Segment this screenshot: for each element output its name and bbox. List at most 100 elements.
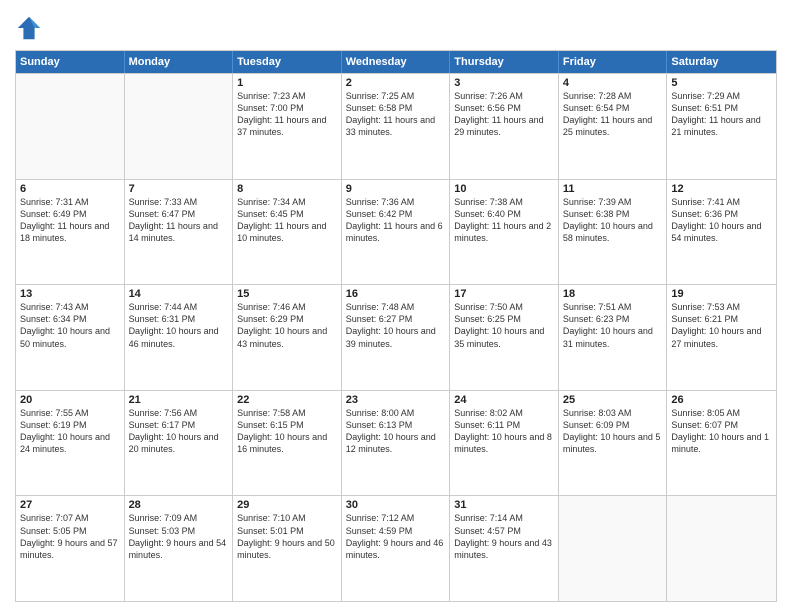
day-number: 12 [671, 183, 772, 195]
day-number: 31 [454, 499, 554, 511]
day-number: 11 [563, 183, 663, 195]
cell-info: Sunrise: 7:28 AM Sunset: 6:54 PM Dayligh… [563, 90, 663, 139]
cal-cell-2: 2Sunrise: 7:25 AM Sunset: 6:58 PM Daylig… [342, 74, 451, 179]
day-number: 13 [20, 288, 120, 300]
cell-info: Sunrise: 7:43 AM Sunset: 6:34 PM Dayligh… [20, 301, 120, 350]
cal-cell-9: 9Sunrise: 7:36 AM Sunset: 6:42 PM Daylig… [342, 180, 451, 285]
cell-info: Sunrise: 7:10 AM Sunset: 5:01 PM Dayligh… [237, 512, 337, 561]
cell-info: Sunrise: 7:44 AM Sunset: 6:31 PM Dayligh… [129, 301, 229, 350]
day-number: 4 [563, 77, 663, 89]
cell-info: Sunrise: 7:50 AM Sunset: 6:25 PM Dayligh… [454, 301, 554, 350]
cell-info: Sunrise: 7:26 AM Sunset: 6:56 PM Dayligh… [454, 90, 554, 139]
cell-info: Sunrise: 7:31 AM Sunset: 6:49 PM Dayligh… [20, 196, 120, 245]
cell-info: Sunrise: 8:02 AM Sunset: 6:11 PM Dayligh… [454, 407, 554, 456]
cal-cell-18: 18Sunrise: 7:51 AM Sunset: 6:23 PM Dayli… [559, 285, 668, 390]
cal-cell-16: 16Sunrise: 7:48 AM Sunset: 6:27 PM Dayli… [342, 285, 451, 390]
cal-cell-19: 19Sunrise: 7:53 AM Sunset: 6:21 PM Dayli… [667, 285, 776, 390]
cell-info: Sunrise: 7:25 AM Sunset: 6:58 PM Dayligh… [346, 90, 446, 139]
calendar-row-2: 13Sunrise: 7:43 AM Sunset: 6:34 PM Dayli… [16, 284, 776, 390]
cal-cell-26: 26Sunrise: 8:05 AM Sunset: 6:07 PM Dayli… [667, 391, 776, 496]
cell-info: Sunrise: 7:36 AM Sunset: 6:42 PM Dayligh… [346, 196, 446, 245]
day-number: 17 [454, 288, 554, 300]
day-number: 14 [129, 288, 229, 300]
cal-cell-28: 28Sunrise: 7:09 AM Sunset: 5:03 PM Dayli… [125, 496, 234, 601]
cell-info: Sunrise: 7:14 AM Sunset: 4:57 PM Dayligh… [454, 512, 554, 561]
cell-info: Sunrise: 7:38 AM Sunset: 6:40 PM Dayligh… [454, 196, 554, 245]
calendar-row-3: 20Sunrise: 7:55 AM Sunset: 6:19 PM Dayli… [16, 390, 776, 496]
cell-info: Sunrise: 7:56 AM Sunset: 6:17 PM Dayligh… [129, 407, 229, 456]
cal-cell-empty-0-0 [16, 74, 125, 179]
header-day-tuesday: Tuesday [233, 51, 342, 73]
logo [15, 14, 45, 42]
day-number: 18 [563, 288, 663, 300]
cell-info: Sunrise: 7:41 AM Sunset: 6:36 PM Dayligh… [671, 196, 772, 245]
day-number: 26 [671, 394, 772, 406]
calendar-body: 1Sunrise: 7:23 AM Sunset: 7:00 PM Daylig… [16, 73, 776, 601]
cal-cell-13: 13Sunrise: 7:43 AM Sunset: 6:34 PM Dayli… [16, 285, 125, 390]
day-number: 15 [237, 288, 337, 300]
header-day-monday: Monday [125, 51, 234, 73]
cell-info: Sunrise: 8:03 AM Sunset: 6:09 PM Dayligh… [563, 407, 663, 456]
day-number: 9 [346, 183, 446, 195]
cal-cell-15: 15Sunrise: 7:46 AM Sunset: 6:29 PM Dayli… [233, 285, 342, 390]
day-number: 27 [20, 499, 120, 511]
cal-cell-30: 30Sunrise: 7:12 AM Sunset: 4:59 PM Dayli… [342, 496, 451, 601]
cal-cell-5: 5Sunrise: 7:29 AM Sunset: 6:51 PM Daylig… [667, 74, 776, 179]
header-day-thursday: Thursday [450, 51, 559, 73]
cal-cell-empty-0-1 [125, 74, 234, 179]
cal-cell-empty-4-6 [667, 496, 776, 601]
day-number: 2 [346, 77, 446, 89]
cell-info: Sunrise: 8:00 AM Sunset: 6:13 PM Dayligh… [346, 407, 446, 456]
cell-info: Sunrise: 7:51 AM Sunset: 6:23 PM Dayligh… [563, 301, 663, 350]
cal-cell-empty-4-5 [559, 496, 668, 601]
cal-cell-24: 24Sunrise: 8:02 AM Sunset: 6:11 PM Dayli… [450, 391, 559, 496]
cell-info: Sunrise: 7:46 AM Sunset: 6:29 PM Dayligh… [237, 301, 337, 350]
day-number: 6 [20, 183, 120, 195]
cal-cell-6: 6Sunrise: 7:31 AM Sunset: 6:49 PM Daylig… [16, 180, 125, 285]
cal-cell-7: 7Sunrise: 7:33 AM Sunset: 6:47 PM Daylig… [125, 180, 234, 285]
cell-info: Sunrise: 7:12 AM Sunset: 4:59 PM Dayligh… [346, 512, 446, 561]
cal-cell-31: 31Sunrise: 7:14 AM Sunset: 4:57 PM Dayli… [450, 496, 559, 601]
page: SundayMondayTuesdayWednesdayThursdayFrid… [0, 0, 792, 612]
cal-cell-10: 10Sunrise: 7:38 AM Sunset: 6:40 PM Dayli… [450, 180, 559, 285]
cell-info: Sunrise: 7:39 AM Sunset: 6:38 PM Dayligh… [563, 196, 663, 245]
cal-cell-4: 4Sunrise: 7:28 AM Sunset: 6:54 PM Daylig… [559, 74, 668, 179]
calendar-row-1: 6Sunrise: 7:31 AM Sunset: 6:49 PM Daylig… [16, 179, 776, 285]
header [15, 10, 777, 42]
day-number: 30 [346, 499, 446, 511]
calendar-header: SundayMondayTuesdayWednesdayThursdayFrid… [16, 51, 776, 73]
day-number: 7 [129, 183, 229, 195]
cell-info: Sunrise: 7:23 AM Sunset: 7:00 PM Dayligh… [237, 90, 337, 139]
cal-cell-11: 11Sunrise: 7:39 AM Sunset: 6:38 PM Dayli… [559, 180, 668, 285]
day-number: 22 [237, 394, 337, 406]
cell-info: Sunrise: 7:58 AM Sunset: 6:15 PM Dayligh… [237, 407, 337, 456]
cal-cell-29: 29Sunrise: 7:10 AM Sunset: 5:01 PM Dayli… [233, 496, 342, 601]
header-day-wednesday: Wednesday [342, 51, 451, 73]
cal-cell-20: 20Sunrise: 7:55 AM Sunset: 6:19 PM Dayli… [16, 391, 125, 496]
day-number: 20 [20, 394, 120, 406]
day-number: 5 [671, 77, 772, 89]
day-number: 19 [671, 288, 772, 300]
cell-info: Sunrise: 7:34 AM Sunset: 6:45 PM Dayligh… [237, 196, 337, 245]
day-number: 3 [454, 77, 554, 89]
header-day-sunday: Sunday [16, 51, 125, 73]
cal-cell-27: 27Sunrise: 7:07 AM Sunset: 5:05 PM Dayli… [16, 496, 125, 601]
calendar-row-4: 27Sunrise: 7:07 AM Sunset: 5:05 PM Dayli… [16, 495, 776, 601]
cell-info: Sunrise: 8:05 AM Sunset: 6:07 PM Dayligh… [671, 407, 772, 456]
cal-cell-1: 1Sunrise: 7:23 AM Sunset: 7:00 PM Daylig… [233, 74, 342, 179]
cal-cell-21: 21Sunrise: 7:56 AM Sunset: 6:17 PM Dayli… [125, 391, 234, 496]
cal-cell-12: 12Sunrise: 7:41 AM Sunset: 6:36 PM Dayli… [667, 180, 776, 285]
calendar: SundayMondayTuesdayWednesdayThursdayFrid… [15, 50, 777, 602]
day-number: 23 [346, 394, 446, 406]
cal-cell-14: 14Sunrise: 7:44 AM Sunset: 6:31 PM Dayli… [125, 285, 234, 390]
day-number: 28 [129, 499, 229, 511]
cell-info: Sunrise: 7:48 AM Sunset: 6:27 PM Dayligh… [346, 301, 446, 350]
cell-info: Sunrise: 7:29 AM Sunset: 6:51 PM Dayligh… [671, 90, 772, 139]
cell-info: Sunrise: 7:07 AM Sunset: 5:05 PM Dayligh… [20, 512, 120, 561]
day-number: 16 [346, 288, 446, 300]
logo-icon [15, 14, 43, 42]
day-number: 8 [237, 183, 337, 195]
cell-info: Sunrise: 7:09 AM Sunset: 5:03 PM Dayligh… [129, 512, 229, 561]
cell-info: Sunrise: 7:33 AM Sunset: 6:47 PM Dayligh… [129, 196, 229, 245]
cal-cell-25: 25Sunrise: 8:03 AM Sunset: 6:09 PM Dayli… [559, 391, 668, 496]
